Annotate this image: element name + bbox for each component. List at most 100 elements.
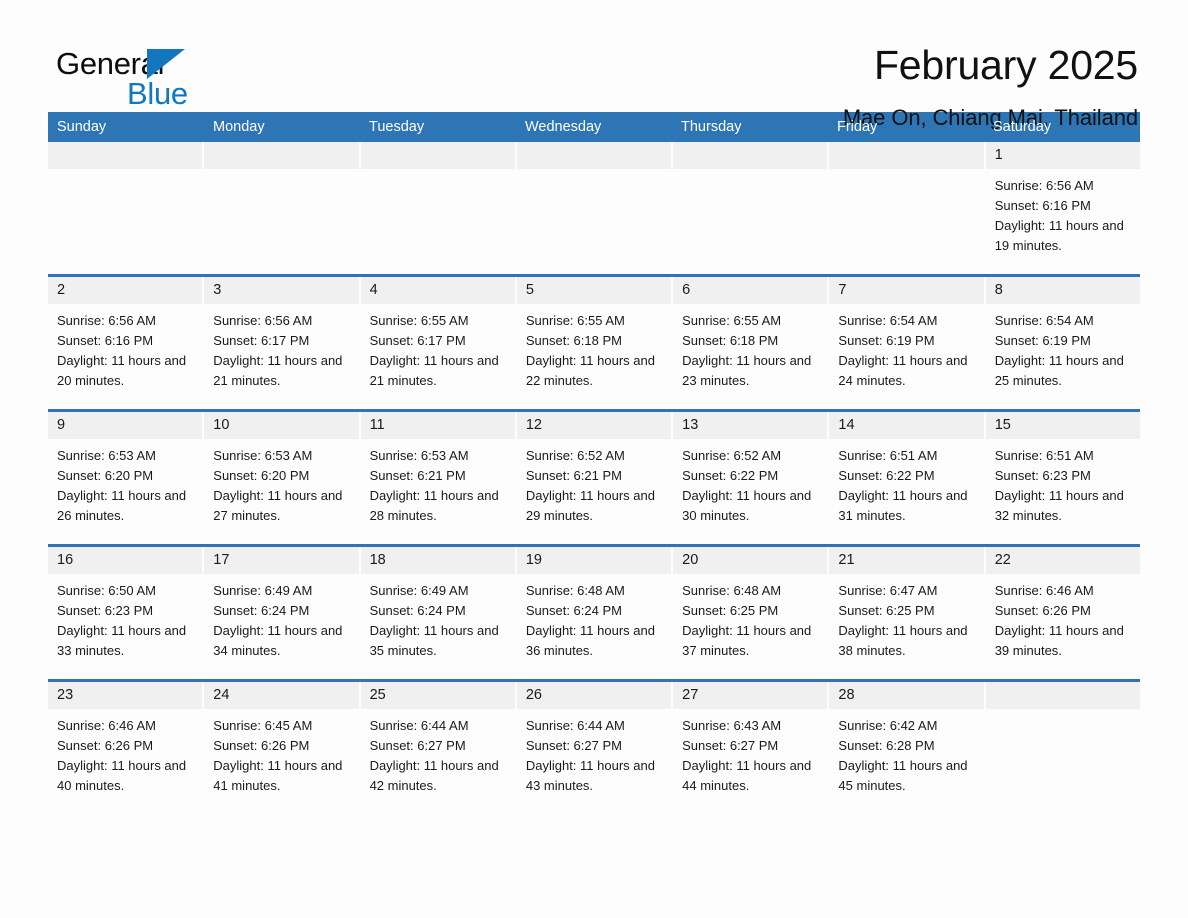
day-number <box>360 142 515 169</box>
sunset-text: Sunset: 6:22 PM <box>838 468 935 483</box>
week-row: 23 Sunrise: 6:46 AM Sunset: 6:26 PM Dayl… <box>48 679 1140 814</box>
daylight-text: Daylight: 11 hours and 42 minutes. <box>369 758 499 793</box>
day-number <box>985 682 1140 709</box>
day-cell[interactable]: 15 Sunrise: 6:51 AM Sunset: 6:23 PM Dayl… <box>985 412 1140 544</box>
daylight-text: Daylight: 11 hours and 31 minutes. <box>838 488 968 523</box>
sunrise-text: Sunrise: 6:53 AM <box>57 448 156 463</box>
generalblue-logo[interactable]: General Blue <box>48 44 208 111</box>
daylight-text: Daylight: 11 hours and 19 minutes. <box>994 218 1124 253</box>
page-title: February 2025 <box>873 42 1138 88</box>
sunrise-text: Sunrise: 6:52 AM <box>682 448 782 463</box>
sunset-text: Sunset: 6:20 PM <box>57 468 154 483</box>
day-number: 8 <box>985 277 1140 304</box>
day-cell[interactable]: 23 Sunrise: 6:46 AM Sunset: 6:26 PM Dayl… <box>48 682 203 814</box>
sunrise-text: Sunrise: 6:51 AM <box>838 448 938 463</box>
day-cell[interactable]: 4 Sunrise: 6:55 AM Sunset: 6:17 PM Dayli… <box>360 277 515 409</box>
day-number: 27 <box>673 682 828 709</box>
day-cell[interactable]: 6 Sunrise: 6:55 AM Sunset: 6:18 PM Dayli… <box>673 277 828 409</box>
day-cell[interactable]: 27 Sunrise: 6:43 AM Sunset: 6:27 PM Dayl… <box>673 682 828 814</box>
daylight-text: Daylight: 11 hours and 26 minutes. <box>57 488 187 523</box>
sunrise-text: Sunrise: 6:56 AM <box>994 178 1094 193</box>
daylight-text: Daylight: 11 hours and 35 minutes. <box>369 623 499 658</box>
day-details: Sunrise: 6:53 AM Sunset: 6:20 PM Dayligh… <box>204 439 358 526</box>
day-cell[interactable]: 17 Sunrise: 6:49 AM Sunset: 6:24 PM Dayl… <box>204 547 359 679</box>
week-row: 16 Sunrise: 6:50 AM Sunset: 6:23 PM Dayl… <box>48 544 1140 679</box>
day-number: 7 <box>829 277 984 304</box>
sunset-text: Sunset: 6:26 PM <box>213 738 310 753</box>
daylight-text: Daylight: 11 hours and 32 minutes. <box>994 488 1124 523</box>
day-cell[interactable]: 12 Sunrise: 6:52 AM Sunset: 6:21 PM Dayl… <box>516 412 672 544</box>
day-cell[interactable]: 9 Sunrise: 6:53 AM Sunset: 6:20 PM Dayli… <box>48 412 203 544</box>
calendar-grid: Sunday Monday Tuesday Wednesday Thursday… <box>48 112 1140 814</box>
day-number <box>673 142 828 169</box>
day-details: Sunrise: 6:42 AM Sunset: 6:28 PM Dayligh… <box>829 709 983 796</box>
day-cell <box>673 142 828 274</box>
day-details: Sunrise: 6:49 AM Sunset: 6:24 PM Dayligh… <box>204 574 358 661</box>
day-cell[interactable]: 7 Sunrise: 6:54 AM Sunset: 6:19 PM Dayli… <box>829 277 984 409</box>
sunset-text: Sunset: 6:16 PM <box>994 198 1091 213</box>
day-cell <box>204 142 359 274</box>
day-number: 11 <box>360 412 515 439</box>
day-number: 22 <box>985 547 1140 574</box>
day-cell[interactable]: 21 Sunrise: 6:47 AM Sunset: 6:25 PM Dayl… <box>829 547 984 679</box>
sunrise-text: Sunrise: 6:52 AM <box>525 448 625 463</box>
day-cell[interactable]: 13 Sunrise: 6:52 AM Sunset: 6:22 PM Dayl… <box>673 412 828 544</box>
day-number: 17 <box>204 547 359 574</box>
sunset-text: Sunset: 6:24 PM <box>369 603 466 618</box>
daylight-text: Daylight: 11 hours and 33 minutes. <box>57 623 187 658</box>
day-number: 16 <box>48 547 203 574</box>
day-number: 26 <box>516 682 672 709</box>
day-details: Sunrise: 6:51 AM Sunset: 6:22 PM Dayligh… <box>829 439 983 526</box>
daylight-text: Daylight: 11 hours and 23 minutes. <box>682 353 812 388</box>
day-cell[interactable]: 28 Sunrise: 6:42 AM Sunset: 6:28 PM Dayl… <box>829 682 984 814</box>
daylight-text: Daylight: 11 hours and 21 minutes. <box>369 353 499 388</box>
day-number: 19 <box>516 547 672 574</box>
day-cell[interactable]: 2 Sunrise: 6:56 AM Sunset: 6:16 PM Dayli… <box>48 277 203 409</box>
daylight-text: Daylight: 11 hours and 36 minutes. <box>525 623 655 658</box>
day-cell[interactable]: 20 Sunrise: 6:48 AM Sunset: 6:25 PM Dayl… <box>673 547 828 679</box>
sunset-text: Sunset: 6:17 PM <box>213 333 310 348</box>
weekday-thursday: Thursday <box>681 119 742 135</box>
weekday-saturday: Saturday <box>993 119 1052 135</box>
sunrise-text: Sunrise: 6:55 AM <box>369 313 469 328</box>
day-number: 24 <box>204 682 359 709</box>
day-details: Sunrise: 6:55 AM Sunset: 6:18 PM Dayligh… <box>673 304 827 391</box>
weekday-friday: Friday <box>837 119 878 135</box>
day-cell[interactable]: 10 Sunrise: 6:53 AM Sunset: 6:20 PM Dayl… <box>204 412 359 544</box>
day-cell[interactable]: 3 Sunrise: 6:56 AM Sunset: 6:17 PM Dayli… <box>204 277 359 409</box>
day-number: 25 <box>360 682 515 709</box>
day-cell[interactable]: 25 Sunrise: 6:44 AM Sunset: 6:27 PM Dayl… <box>360 682 515 814</box>
day-cell[interactable]: 26 Sunrise: 6:44 AM Sunset: 6:27 PM Dayl… <box>516 682 672 814</box>
sunrise-text: Sunrise: 6:42 AM <box>838 718 938 733</box>
day-cell[interactable]: 14 Sunrise: 6:51 AM Sunset: 6:22 PM Dayl… <box>829 412 984 544</box>
day-number <box>516 142 672 169</box>
day-cell[interactable]: 8 Sunrise: 6:54 AM Sunset: 6:19 PM Dayli… <box>985 277 1140 409</box>
sunset-text: Sunset: 6:25 PM <box>838 603 935 618</box>
day-cell[interactable]: 22 Sunrise: 6:46 AM Sunset: 6:26 PM Dayl… <box>985 547 1140 679</box>
sunset-text: Sunset: 6:18 PM <box>682 333 779 348</box>
daylight-text: Daylight: 11 hours and 28 minutes. <box>369 488 499 523</box>
day-number: 9 <box>48 412 203 439</box>
sunset-text: Sunset: 6:21 PM <box>369 468 466 483</box>
day-cell[interactable]: 18 Sunrise: 6:49 AM Sunset: 6:24 PM Dayl… <box>360 547 515 679</box>
day-cell[interactable]: 16 Sunrise: 6:50 AM Sunset: 6:23 PM Dayl… <box>48 547 203 679</box>
day-number: 6 <box>673 277 828 304</box>
sunrise-text: Sunrise: 6:51 AM <box>994 448 1094 463</box>
daylight-text: Daylight: 11 hours and 27 minutes. <box>213 488 343 523</box>
daylight-text: Daylight: 11 hours and 37 minutes. <box>682 623 812 658</box>
day-number: 3 <box>204 277 359 304</box>
day-details: Sunrise: 6:44 AM Sunset: 6:27 PM Dayligh… <box>361 709 515 796</box>
day-cell[interactable]: 1 Sunrise: 6:56 AM Sunset: 6:16 PM Dayli… <box>985 142 1140 274</box>
weekday-tuesday: Tuesday <box>369 119 425 135</box>
day-details: Sunrise: 6:45 AM Sunset: 6:26 PM Dayligh… <box>204 709 358 796</box>
day-cell[interactable]: 5 Sunrise: 6:55 AM Sunset: 6:18 PM Dayli… <box>516 277 672 409</box>
sunrise-text: Sunrise: 6:55 AM <box>682 313 782 328</box>
day-cell[interactable]: 24 Sunrise: 6:45 AM Sunset: 6:26 PM Dayl… <box>204 682 359 814</box>
day-number: 5 <box>516 277 672 304</box>
day-number: 10 <box>204 412 359 439</box>
day-cell <box>516 142 672 274</box>
day-number: 1 <box>985 142 1140 169</box>
day-cell[interactable]: 19 Sunrise: 6:48 AM Sunset: 6:24 PM Dayl… <box>516 547 672 679</box>
day-cell[interactable]: 11 Sunrise: 6:53 AM Sunset: 6:21 PM Dayl… <box>360 412 515 544</box>
daylight-text: Daylight: 11 hours and 21 minutes. <box>213 353 343 388</box>
